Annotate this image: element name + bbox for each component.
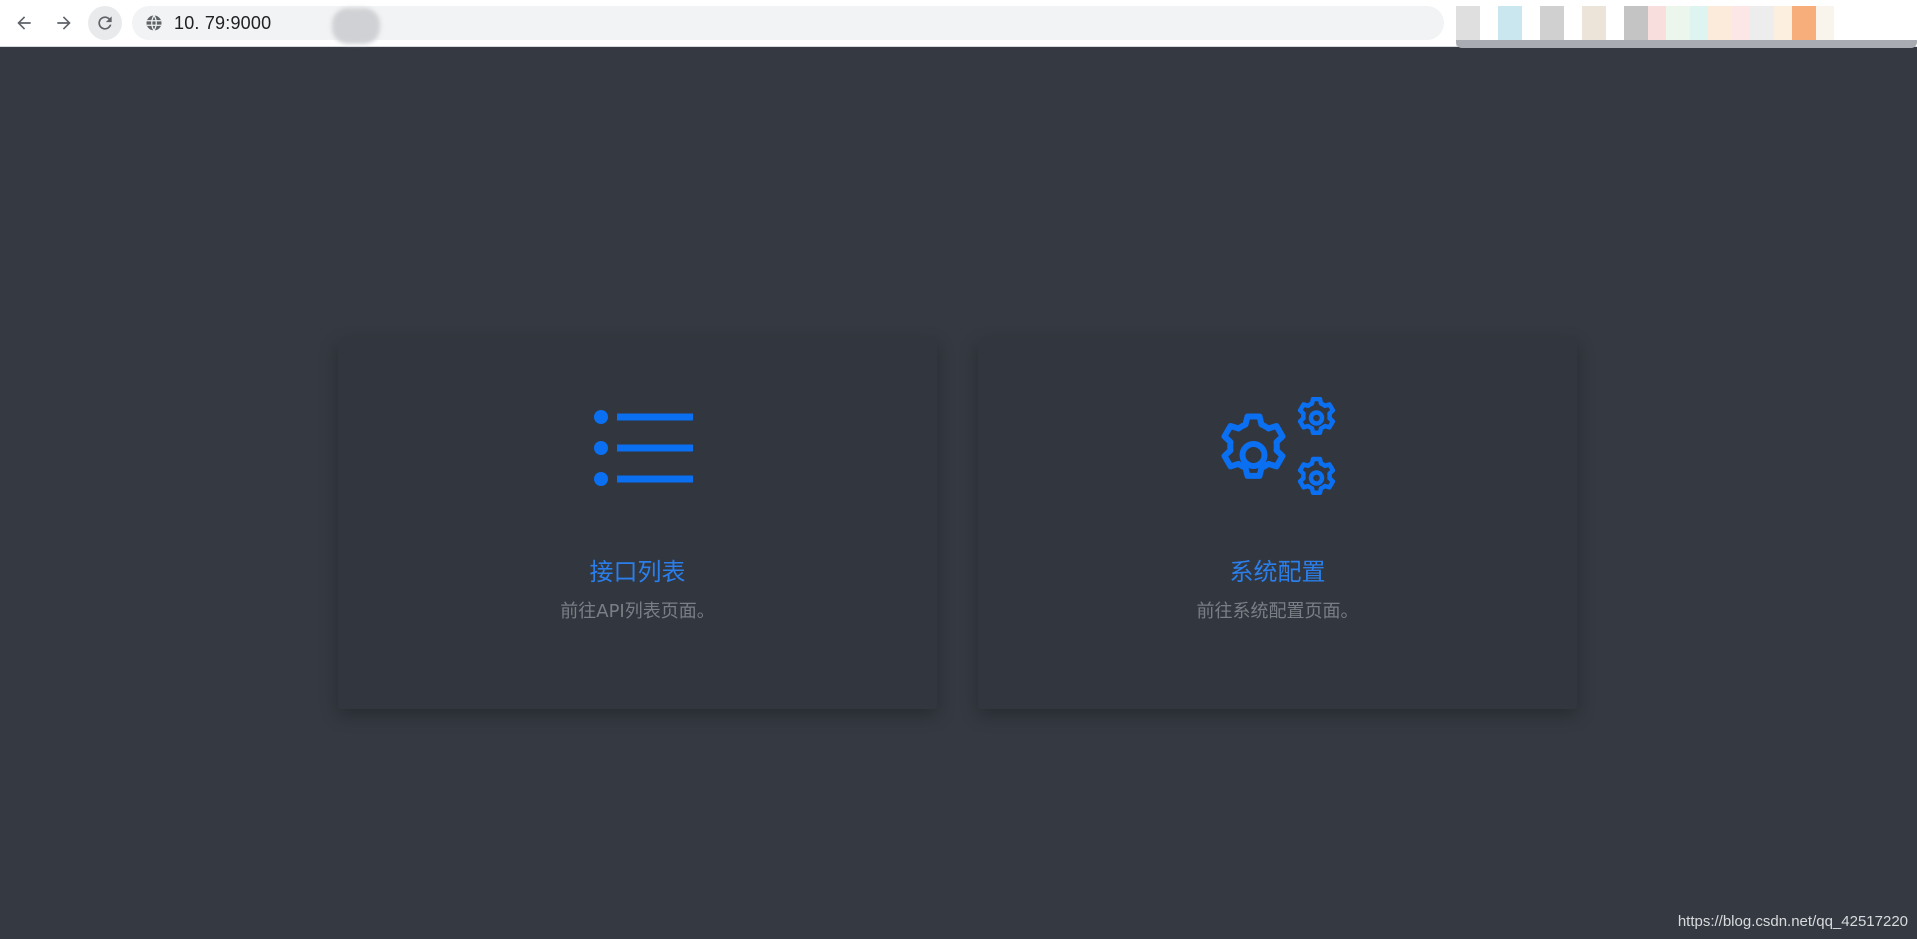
card-grid: 接口列表 前往API列表页面。 系统配置 前往系统配置页面。 bbox=[338, 339, 1578, 709]
arrow-left-icon bbox=[17, 16, 31, 30]
reload-icon bbox=[98, 16, 112, 30]
address-bar[interactable]: 10. 79:9000 bbox=[132, 6, 1444, 44]
browser-toolbar: 10. 79:9000 bbox=[0, 0, 1917, 48]
list-icon bbox=[593, 410, 693, 486]
system-config-card[interactable]: 系统配置 前往系统配置页面。 bbox=[978, 339, 1577, 709]
card-description: 前往系统配置页面。 bbox=[1196, 601, 1359, 622]
card-title[interactable]: 接口列表 bbox=[338, 558, 937, 587]
globe-icon bbox=[146, 15, 162, 31]
gears-icon bbox=[1221, 397, 1335, 496]
reload-button[interactable] bbox=[88, 6, 122, 40]
forward-button[interactable] bbox=[47, 6, 81, 40]
card-description: 前往API列表页面。 bbox=[560, 601, 715, 622]
arrow-right-icon bbox=[57, 16, 71, 30]
card-title[interactable]: 系统配置 bbox=[978, 558, 1577, 587]
extension-bar-shadow bbox=[1456, 40, 1917, 48]
redacted-url-segment bbox=[332, 8, 380, 44]
url-text: 10. 79:9000 bbox=[174, 13, 272, 33]
api-list-card[interactable]: 接口列表 前往API列表页面。 bbox=[338, 339, 937, 709]
back-button[interactable] bbox=[7, 6, 41, 40]
watermark-text: https://blog.csdn.net/qq_42517220 bbox=[1677, 913, 1908, 930]
